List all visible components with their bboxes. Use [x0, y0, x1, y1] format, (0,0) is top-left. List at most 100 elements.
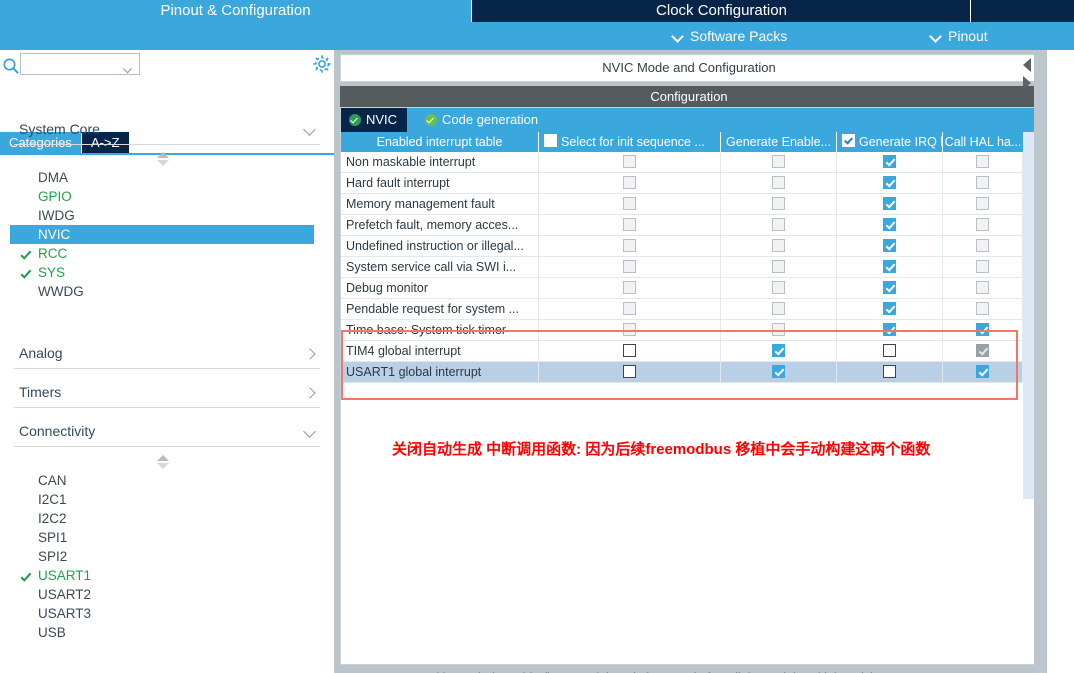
- sidebar-item-wwdg[interactable]: WWDG: [24, 282, 314, 301]
- checkbox-unchecked-icon[interactable]: [976, 260, 989, 273]
- checkbox-cell[interactable]: [539, 257, 721, 278]
- sidebar-item-iwdg[interactable]: IWDG: [24, 206, 314, 225]
- checkbox-unchecked-icon[interactable]: [772, 155, 785, 168]
- checkbox-unchecked-icon[interactable]: [976, 302, 989, 315]
- column-header-select-for-init-sequence[interactable]: Select for init sequence ...: [539, 132, 721, 152]
- sidebar-item-gpio[interactable]: GPIO: [24, 187, 314, 206]
- checkbox-unchecked-icon[interactable]: [883, 365, 896, 378]
- checkbox-unchecked-icon[interactable]: [623, 281, 636, 294]
- checkbox-cell[interactable]: [943, 278, 1023, 299]
- checkbox-cell[interactable]: [837, 236, 943, 257]
- checkbox-cell[interactable]: [721, 278, 837, 299]
- checkbox-unchecked-icon[interactable]: [623, 176, 636, 189]
- checkbox-checked-icon[interactable]: [883, 197, 896, 210]
- checkbox-cell[interactable]: [539, 236, 721, 257]
- checkbox-cell[interactable]: [721, 299, 837, 320]
- table-row[interactable]: TIM4 global interrupt: [341, 341, 1023, 362]
- checkbox-cell[interactable]: [721, 341, 837, 362]
- sidebar-item-sys[interactable]: SYS: [20, 263, 314, 282]
- checkbox-checked-icon[interactable]: [883, 218, 896, 231]
- checkbox-cell[interactable]: [539, 194, 721, 215]
- table-row[interactable]: Pendable request for system ...: [341, 299, 1023, 320]
- checkbox-unchecked-icon[interactable]: [772, 302, 785, 315]
- checkbox-cell[interactable]: [837, 362, 943, 383]
- menu-software-packs[interactable]: Software Packs: [672, 22, 787, 50]
- checkbox-cell[interactable]: [837, 257, 943, 278]
- checkbox-cell[interactable]: [943, 215, 1023, 236]
- sidebar-group-analog[interactable]: Analog: [14, 338, 320, 369]
- sidebar-item-rcc[interactable]: RCC: [20, 244, 314, 263]
- checkbox-cell[interactable]: [943, 194, 1023, 215]
- checkbox-cell[interactable]: [943, 236, 1023, 257]
- checkbox-checked-icon[interactable]: [883, 176, 896, 189]
- table-row[interactable]: Undefined instruction or illegal...: [341, 236, 1023, 257]
- scroll-right-arrow-icon[interactable]: [1023, 76, 1031, 90]
- checkbox-checked-icon[interactable]: [883, 260, 896, 273]
- checkbox-cell[interactable]: [721, 173, 837, 194]
- checkbox-unchecked-icon[interactable]: [772, 176, 785, 189]
- checkbox-cell[interactable]: [837, 152, 943, 173]
- checkbox-cell[interactable]: [721, 194, 837, 215]
- scroll-left-arrow-icon[interactable]: [1023, 58, 1031, 72]
- column-header-generate-enable[interactable]: Generate Enable...: [721, 132, 837, 152]
- table-row[interactable]: Prefetch fault, memory acces...: [341, 215, 1023, 236]
- checkbox-unchecked-icon[interactable]: [623, 302, 636, 315]
- checkbox-unchecked-icon[interactable]: [772, 281, 785, 294]
- column-header-generate-irq-handler[interactable]: Generate IRQ h...: [837, 132, 943, 152]
- checkbox-unchecked-icon[interactable]: [772, 260, 785, 273]
- table-row[interactable]: USART1 global interrupt: [341, 362, 1023, 383]
- checkbox-cell[interactable]: [539, 362, 721, 383]
- checkbox-cell[interactable]: [837, 341, 943, 362]
- generate-irq-select-all-checkbox[interactable]: [842, 134, 855, 147]
- sidebar-scroll-spinner[interactable]: [157, 152, 170, 166]
- checkbox-unchecked-icon[interactable]: [623, 260, 636, 273]
- checkbox-unchecked-icon[interactable]: [976, 281, 989, 294]
- checkbox-cell[interactable]: [837, 173, 943, 194]
- column-header-call-hal-handler[interactable]: Call HAL ha...: [943, 132, 1023, 152]
- checkbox-unchecked-icon[interactable]: [772, 218, 785, 231]
- sidebar-group-system-core[interactable]: System Core: [14, 114, 320, 145]
- checkbox-unchecked-icon[interactable]: [623, 218, 636, 231]
- window-vertical-scrollbar[interactable]: [1034, 50, 1047, 673]
- checkbox-unchecked-icon[interactable]: [883, 344, 896, 357]
- checkbox-unchecked-icon[interactable]: [623, 344, 636, 357]
- sidebar-item-spi2[interactable]: SPI2: [24, 547, 314, 566]
- checkbox-checked-icon[interactable]: [883, 302, 896, 315]
- sidebar-item-nvic[interactable]: NVIC: [10, 225, 314, 244]
- table-row[interactable]: Hard fault interrupt: [341, 173, 1023, 194]
- sidebar-item-spi1[interactable]: SPI1: [24, 528, 314, 547]
- table-row[interactable]: Debug monitor: [341, 278, 1023, 299]
- checkbox-cell[interactable]: [539, 278, 721, 299]
- subtab-code-generation[interactable]: Code generation: [417, 108, 548, 132]
- menu-pinout[interactable]: Pinout: [930, 22, 988, 50]
- checkbox-cell[interactable]: [539, 215, 721, 236]
- checkbox-cell[interactable]: [721, 362, 837, 383]
- checkbox-checked-icon[interactable]: [772, 344, 785, 357]
- checkbox-cell[interactable]: [721, 257, 837, 278]
- sidebar-item-i2c1[interactable]: I2C1: [24, 490, 314, 509]
- checkbox-unchecked-icon[interactable]: [623, 197, 636, 210]
- tab-extra[interactable]: [970, 0, 1074, 22]
- checkbox-cell[interactable]: [943, 341, 1023, 362]
- column-header-enabled-interrupt-table[interactable]: Enabled interrupt table: [341, 132, 539, 152]
- sidebar-item-i2c2[interactable]: I2C2: [24, 509, 314, 528]
- sidebar-group-connectivity[interactable]: Connectivity: [14, 416, 320, 447]
- tab-pinout-configuration[interactable]: Pinout & Configuration: [0, 0, 471, 22]
- checkbox-unchecked-icon[interactable]: [976, 197, 989, 210]
- checkbox-unchecked-icon[interactable]: [976, 239, 989, 252]
- checkbox-cell[interactable]: [539, 341, 721, 362]
- checkbox-unchecked-icon[interactable]: [623, 365, 636, 378]
- gear-icon[interactable]: [312, 54, 332, 74]
- checkbox-cell[interactable]: [943, 152, 1023, 173]
- sidebar-item-usart3[interactable]: USART3: [24, 604, 314, 623]
- sidebar-item-dma[interactable]: DMA: [24, 168, 314, 187]
- checkbox-unchecked-icon[interactable]: [772, 239, 785, 252]
- sidebar-item-usb[interactable]: USB: [24, 623, 314, 642]
- checkbox-cell[interactable]: [721, 236, 837, 257]
- checkbox-cell[interactable]: [943, 257, 1023, 278]
- checkbox-unchecked-icon[interactable]: [976, 218, 989, 231]
- checkbox-checked-icon[interactable]: [883, 155, 896, 168]
- subtab-nvic[interactable]: NVIC: [341, 108, 408, 132]
- sidebar-item-usart2[interactable]: USART2: [24, 585, 314, 604]
- checkbox-cell[interactable]: [943, 362, 1023, 383]
